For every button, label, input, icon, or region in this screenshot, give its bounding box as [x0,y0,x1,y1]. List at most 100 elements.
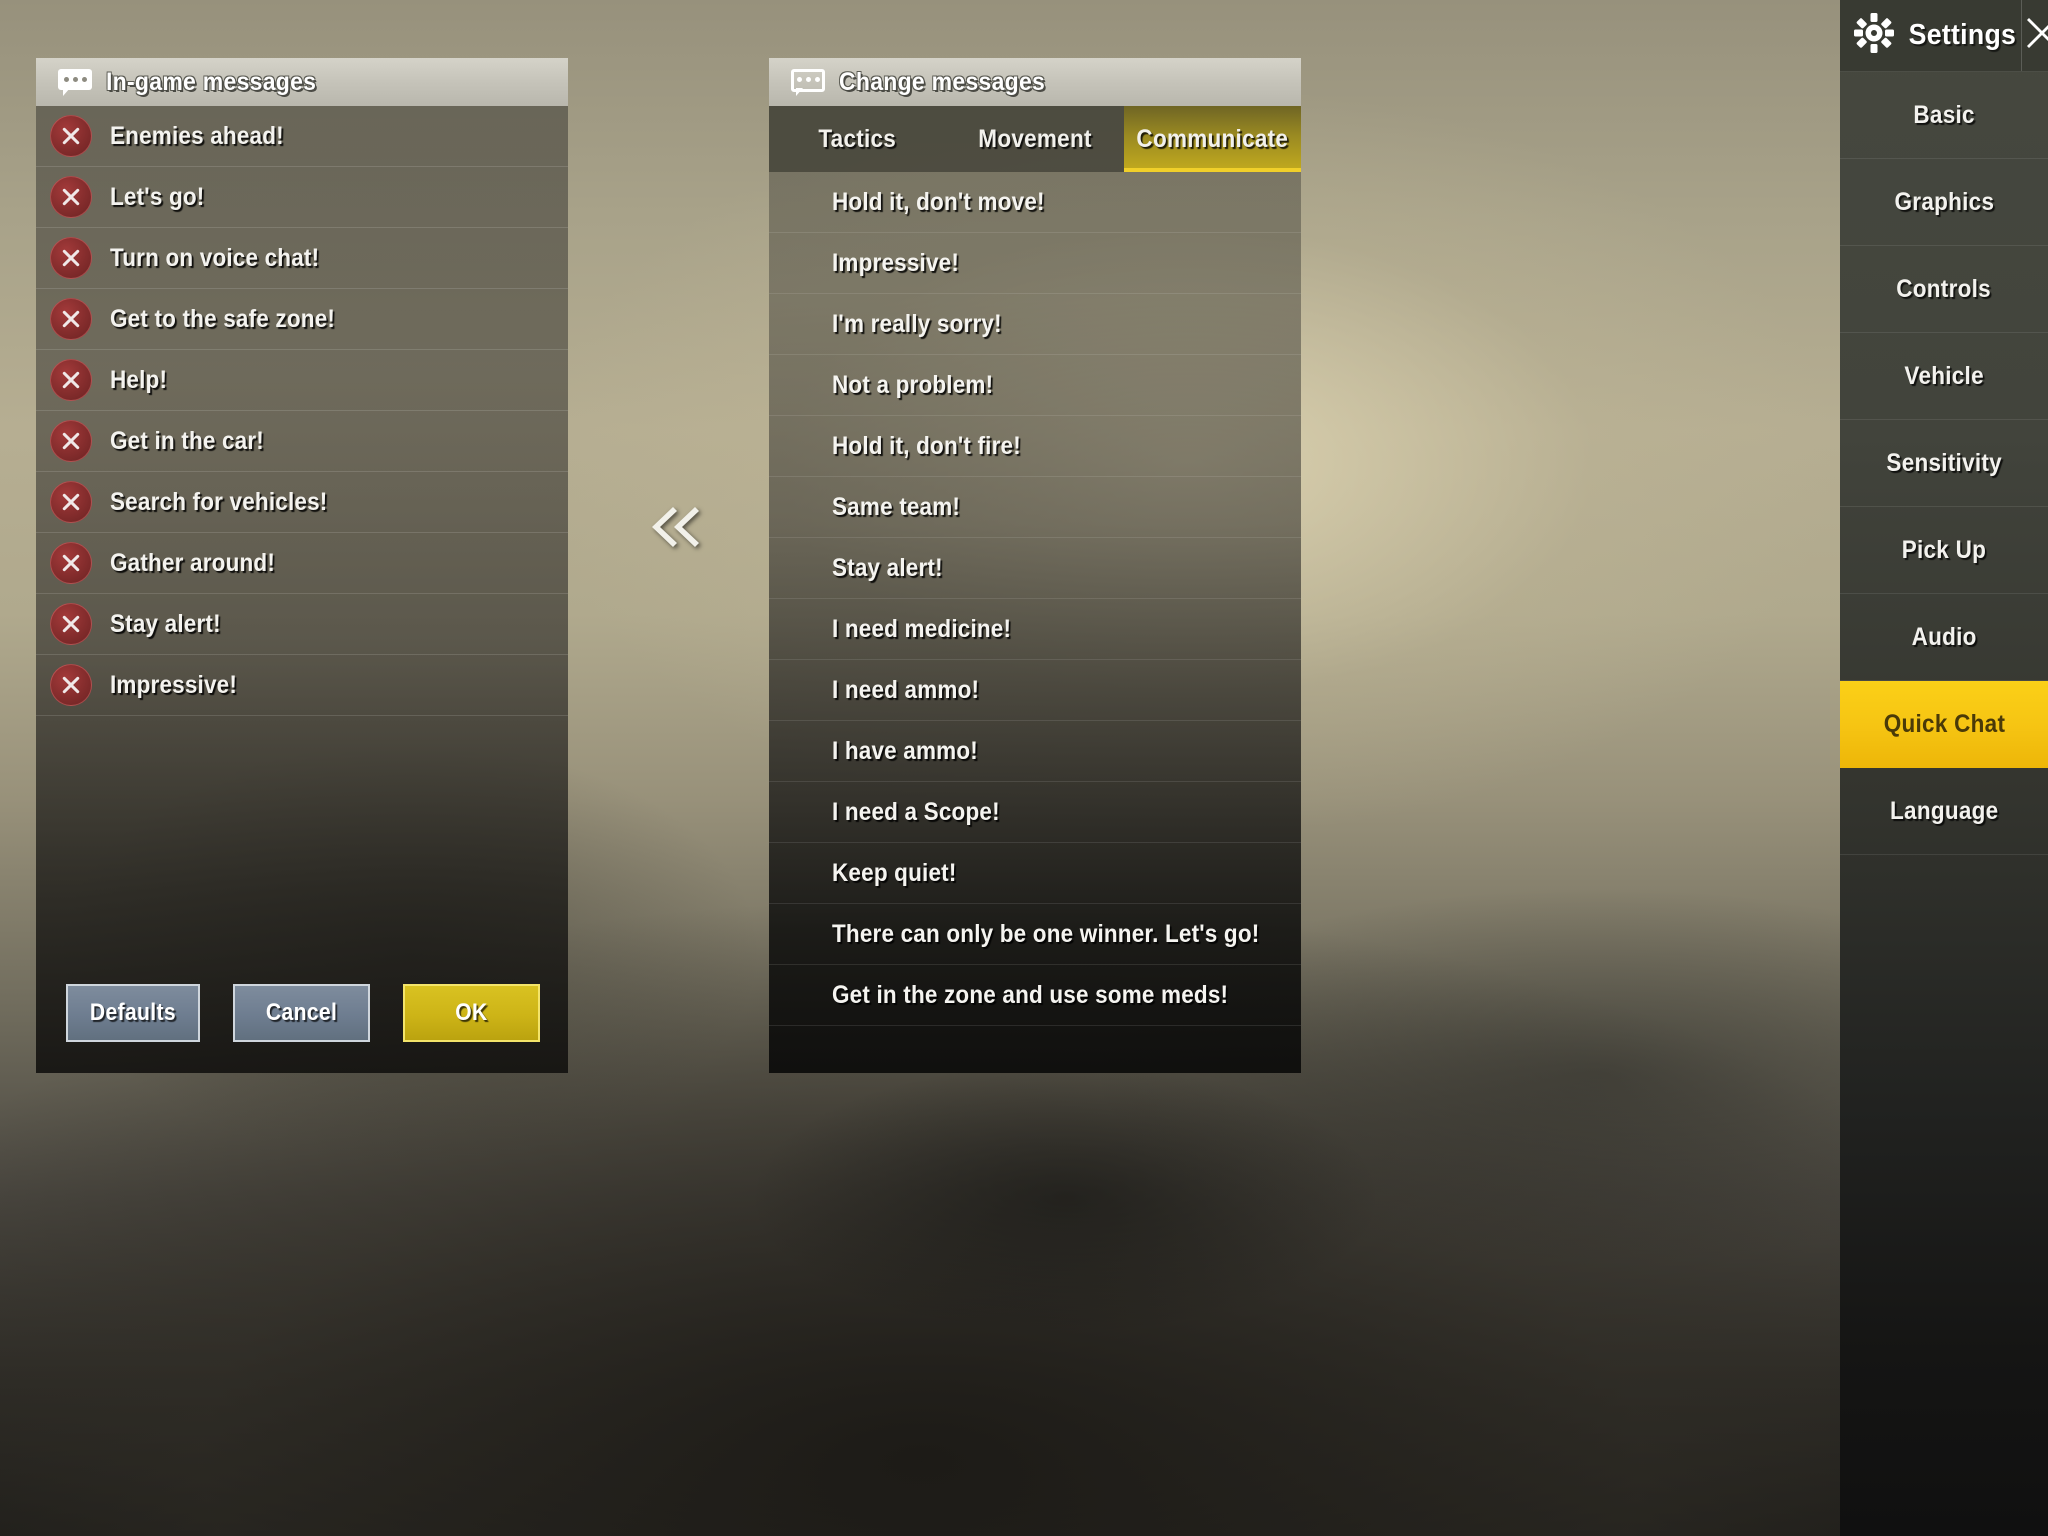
in-game-message-row[interactable]: Get in the car! [36,411,568,472]
in-game-message-row[interactable]: Enemies ahead! [36,106,568,167]
ok-button-label: OK [455,999,488,1026]
sidebar-item-quick-chat[interactable]: Quick Chat [1840,681,2048,768]
sidebar-item-sensitivity[interactable]: Sensitivity [1840,420,2048,507]
sidebar-item-label: Vehicle [1904,361,1984,390]
tab-communicate[interactable]: Communicate [1123,106,1302,172]
in-game-message-label: Stay alert! [110,609,221,638]
tab-label: Tactics [818,124,897,153]
message-category-tabs: Tactics Movement Communicate [769,106,1302,172]
in-game-message-label: Turn on voice chat! [110,243,320,272]
available-message-row[interactable]: Not a problem! [769,355,1301,416]
in-game-message-row[interactable]: Turn on voice chat! [36,228,568,289]
tab-tactics[interactable]: Tactics [769,106,946,172]
available-message-row[interactable]: Hold it, don't fire! [769,416,1301,477]
double-chevron-left-icon [647,503,703,556]
available-message-label: I have ammo! [832,736,978,765]
close-circle-icon[interactable] [50,359,92,401]
sidebar-item-vehicle[interactable]: Vehicle [1840,333,2048,420]
in-game-messages-panel: In-game messages Enemies ahead! Let's go!… [36,58,568,1073]
dialog-button-bar: Defaults Cancel OK [36,953,568,1073]
in-game-message-label: Enemies ahead! [110,121,284,150]
sidebar-item-graphics[interactable]: Graphics [1840,159,2048,246]
available-message-row[interactable]: Get in the zone and use some meds! [769,965,1301,1026]
available-message-row[interactable]: I need ammo! [769,660,1301,721]
available-message-row[interactable]: I have ammo! [769,721,1301,782]
available-message-row[interactable]: Stay alert! [769,538,1301,599]
settings-nav-list: Basic Graphics Controls Vehicle Sensitivity P… [1840,72,2048,855]
available-message-label: Hold it, don't move! [832,187,1045,216]
available-message-row[interactable]: Hold it, don't move! [769,172,1301,233]
in-game-message-label: Gather around! [110,548,276,577]
available-message-row[interactable]: I need medicine! [769,599,1301,660]
available-message-label: Get in the zone and use some meds! [832,980,1229,1009]
transfer-left-button[interactable] [640,495,710,563]
available-message-label: Keep quiet! [832,858,957,887]
in-game-message-row[interactable]: Gather around! [36,533,568,594]
available-message-row[interactable]: Impressive! [769,233,1301,294]
defaults-button[interactable]: Defaults [66,984,200,1042]
in-game-message-label: Help! [110,365,168,394]
change-messages-panel: Change messages Tactics Movement Communica… [769,58,1302,1073]
in-game-message-row[interactable]: Stay alert! [36,594,568,655]
tab-label: Movement [978,124,1092,153]
close-settings-button[interactable] [2020,0,2048,71]
available-message-label: I need ammo! [832,675,980,704]
sidebar-item-basic[interactable]: Basic [1840,72,2048,159]
sidebar-item-label: Pick Up [1901,535,1987,564]
close-circle-icon[interactable] [50,115,92,157]
close-circle-icon[interactable] [50,176,92,218]
available-message-row[interactable]: Same team! [769,477,1301,538]
in-game-message-label: Let's go! [110,182,205,211]
cancel-button-label: Cancel [265,999,338,1026]
close-circle-icon[interactable] [50,542,92,584]
in-game-message-row[interactable]: Get to the safe zone! [36,289,568,350]
sidebar-item-pick-up[interactable]: Pick Up [1840,507,2048,594]
settings-header: Settings [1840,0,2048,72]
tab-movement[interactable]: Movement [946,106,1123,172]
available-message-row[interactable]: I'm really sorry! [769,294,1301,355]
defaults-button-label: Defaults [89,999,177,1026]
settings-title: Settings [1908,19,2017,51]
sidebar-item-audio[interactable]: Audio [1840,594,2048,681]
sidebar-item-label: Language [1889,796,1999,825]
sidebar-item-label: Basic [1913,100,1975,129]
available-message-label: Impressive! [832,248,960,277]
in-game-message-row[interactable]: Search for vehicles! [36,472,568,533]
available-messages-list: Hold it, don't move! Impressive! I'm reall… [769,172,1301,1073]
close-circle-icon[interactable] [50,664,92,706]
available-message-row[interactable]: There can only be one winner. Let's go! [769,904,1301,965]
close-circle-icon[interactable] [50,298,92,340]
sidebar-item-label: Sensitivity [1886,448,2002,477]
settings-title-group: Settings [1840,0,2021,71]
close-circle-icon[interactable] [50,420,92,462]
sidebar-item-label: Audio [1911,622,1977,651]
change-messages-header: Change messages [769,58,1301,106]
sidebar-item-label: Controls [1896,274,1992,303]
in-game-messages-list: Enemies ahead! Let's go! Turn on voice cha… [36,106,568,953]
available-message-label: I need medicine! [832,614,1012,643]
available-message-row[interactable]: I need a Scope! [769,782,1301,843]
chat-bubble-icon [58,69,92,96]
chat-bubble-outline-icon [791,69,825,96]
sidebar-item-controls[interactable]: Controls [1840,246,2048,333]
available-message-label: I'm really sorry! [832,309,1002,338]
ok-button[interactable]: OK [403,984,540,1042]
in-game-message-row[interactable]: Impressive! [36,655,568,716]
gear-icon [1852,11,1896,60]
in-game-messages-header: In-game messages [36,58,568,106]
available-message-row[interactable]: Keep quiet! [769,843,1301,904]
tab-label: Communicate [1136,124,1289,153]
close-circle-icon[interactable] [50,481,92,523]
in-game-message-label: Impressive! [110,670,238,699]
close-circle-icon[interactable] [50,237,92,279]
available-message-label: Hold it, don't fire! [832,431,1021,460]
sidebar-item-label: Graphics [1894,187,1994,216]
in-game-message-row[interactable]: Help! [36,350,568,411]
available-message-label: I need a Scope! [832,797,1000,826]
in-game-message-row[interactable]: Let's go! [36,167,568,228]
close-circle-icon[interactable] [50,603,92,645]
cancel-button[interactable]: Cancel [233,984,370,1042]
in-game-messages-title: In-game messages [106,67,317,96]
sidebar-item-language[interactable]: Language [1840,768,2048,855]
in-game-message-label: Search for vehicles! [110,487,328,516]
